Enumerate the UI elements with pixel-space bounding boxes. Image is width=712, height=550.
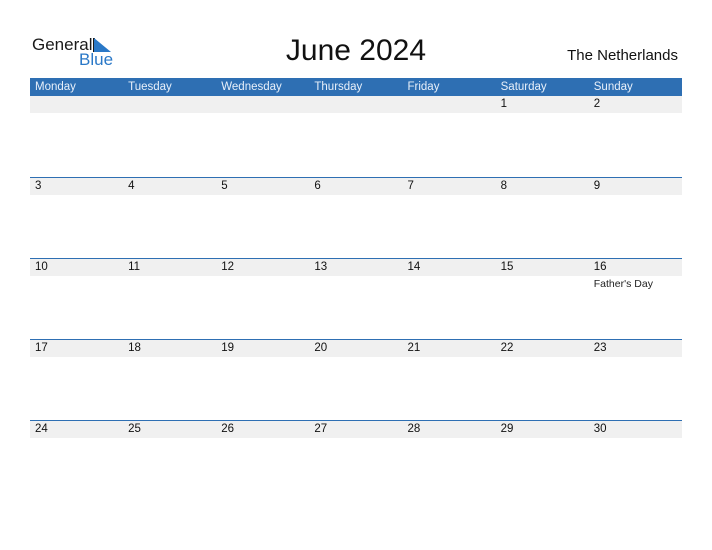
day-cell: 3	[30, 178, 123, 195]
day-cell: 11	[123, 259, 216, 276]
day-cell: 4	[123, 178, 216, 195]
day-number: 18	[128, 342, 141, 354]
day-cell: 7	[403, 178, 496, 195]
day-number: 28	[407, 423, 421, 435]
day-cell: 15	[496, 259, 589, 276]
day-number: 29	[500, 423, 514, 435]
day-number: 5	[221, 180, 228, 192]
weekday-sunday: Sunday	[593, 81, 633, 93]
day-number: 20	[314, 342, 328, 354]
calendar-week: 24 25 26 27 28 29 30	[30, 420, 682, 502]
day-cell	[403, 96, 496, 113]
day-cell: 20	[309, 340, 402, 357]
day-number: 26	[221, 423, 235, 435]
day-cell: 24	[30, 421, 123, 438]
day-number: 10	[35, 261, 48, 273]
day-cell	[216, 96, 309, 113]
day-cell: 13	[309, 259, 402, 276]
calendar-week: 10 11 12 13 14 15 16 Father's Day	[30, 258, 682, 340]
day-cell: 22	[496, 340, 589, 357]
day-number: 15	[500, 261, 514, 273]
date-strip: 24 25 26 27 28 29 30	[30, 421, 682, 438]
day-cell: 27	[309, 421, 402, 438]
day-cell: 8	[496, 178, 589, 195]
day-cell: 14	[403, 259, 496, 276]
weekday-saturday: Saturday	[500, 81, 547, 93]
calendar-week: 12	[30, 96, 682, 177]
day-number: 24	[35, 423, 48, 435]
day-number: 6	[314, 180, 321, 192]
day-cell: 29	[496, 421, 589, 438]
day-number: 19	[221, 342, 235, 354]
day-number: 12	[221, 261, 235, 273]
day-number: 9	[593, 180, 601, 192]
day-cell: 9	[589, 178, 682, 195]
day-cell	[30, 96, 123, 113]
day-cell: 30	[589, 421, 682, 438]
date-strip: 10 11 12 13 14 15 16 Father's Day	[30, 259, 682, 290]
day-cell: 1	[496, 96, 589, 113]
day-number: 7	[407, 180, 414, 192]
day-number: 4	[128, 180, 135, 192]
day-cell: 12	[216, 259, 309, 276]
day-cell: 21	[403, 340, 496, 357]
day-cell: 25	[123, 421, 216, 438]
day-cell: 28	[403, 421, 496, 438]
day-number: 3	[35, 180, 42, 192]
weekday-friday: Friday	[407, 81, 440, 93]
day-cell: 17	[30, 340, 123, 357]
calendar-week: 3 4 5 6 7 8 9	[30, 177, 682, 259]
weekday-monday: Monday	[35, 81, 76, 93]
day-number: 8	[500, 180, 508, 192]
weekday-header: Monday Tuesday Wednesday Thursday Friday…	[30, 78, 682, 96]
day-number: 1	[500, 98, 508, 110]
weekday-tuesday: Tuesday	[128, 81, 172, 93]
day-cell: 10	[30, 259, 123, 276]
day-number: 25	[128, 423, 141, 435]
date-strip: 17 18 19 20 21 22 23	[30, 340, 682, 357]
holiday-event: Father's Day	[593, 278, 653, 290]
date-strip: 3 4 5 6 7 8 9	[30, 178, 682, 195]
day-number: 13	[314, 261, 328, 273]
country-label: The Netherlands	[567, 47, 678, 64]
calendar-week: 17 18 19 20 21 22 23	[30, 339, 682, 421]
day-cell: 5	[216, 178, 309, 195]
day-number: 30	[593, 423, 607, 435]
day-cell: 2	[589, 96, 682, 113]
weekday-thursday: Thursday	[314, 81, 363, 93]
day-number: 11	[128, 261, 141, 273]
day-cell: 26	[216, 421, 309, 438]
day-number: 17	[35, 342, 48, 354]
day-cell	[123, 96, 216, 113]
day-cell: 19	[216, 340, 309, 357]
day-cell: 16 Father's Day	[589, 259, 682, 290]
day-cell	[309, 96, 402, 113]
day-number: 27	[314, 423, 328, 435]
day-number: 2	[593, 98, 601, 110]
day-cell: 23	[589, 340, 682, 357]
day-number: 21	[407, 342, 421, 354]
day-number: 14	[407, 261, 421, 273]
date-strip: 12	[30, 96, 682, 113]
day-number: 16	[593, 261, 607, 273]
weekday-wednesday: Wednesday	[221, 81, 282, 93]
day-cell: 18	[123, 340, 216, 357]
day-number: 23	[593, 342, 607, 354]
day-number: 22	[500, 342, 514, 354]
day-cell: 6	[309, 178, 402, 195]
